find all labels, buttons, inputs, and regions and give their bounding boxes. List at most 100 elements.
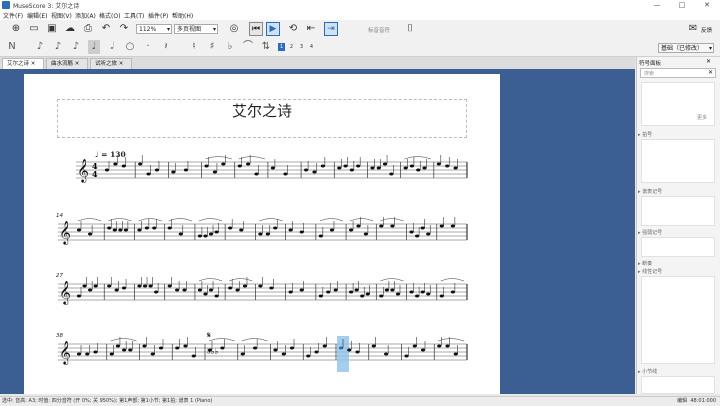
upload-cloud-icon[interactable]: ☁ [64,23,76,35]
notehead [88,288,93,292]
whole-note-icon[interactable]: ○ [124,40,136,54]
menu-format[interactable]: 格式(O) [99,11,120,20]
zoom-select[interactable]: 112% ▾ [136,24,172,34]
notehead [228,286,233,290]
dot-icon[interactable]: · [142,40,154,54]
treble-clef-icon: 𝄞 [59,220,71,245]
rest-icon[interactable]: 𝄽 [160,40,172,54]
notehead [363,232,368,236]
menu-tools[interactable]: 工具(T) [124,11,144,20]
notehead [426,232,431,236]
voice-3-button[interactable]: 3 [298,43,305,51]
notehead [204,164,209,168]
tie-slur [238,156,265,160]
loop-in-icon[interactable]: ⇤ [305,23,317,35]
notehead [158,346,164,350]
menu-help[interactable]: 帮助(H) [172,11,193,20]
notehead [333,288,338,292]
palette-grid-barlines[interactable] [641,376,715,394]
palette-section-dynamics[interactable]: ▸ 强弱记号 [638,229,662,236]
chevron-down-icon: ▾ [708,45,712,52]
eighth-note-icon[interactable]: ♪ [70,40,82,54]
menu-view[interactable]: 视图(V) [51,11,72,20]
notehead [109,352,114,356]
voice-1-button[interactable]: 1 [278,43,285,51]
notehead [390,288,395,292]
close-icon[interactable]: ✕ [119,61,124,67]
palette-grid-staff-text[interactable] [641,196,715,226]
close-icon[interactable]: ✕ [696,0,718,10]
palette-section-articulations[interactable]: ▸ 断奏 [638,260,652,267]
notehead [93,350,98,354]
staff-systems[interactable]: 𝄞 44𝄞𝄞𝄞 ♭♭♭𝄋 [24,74,500,394]
clear-icon[interactable]: ✕ [708,69,713,76]
palette-grid-dynamics[interactable] [641,237,715,257]
feedback-icon[interactable]: ✉ [687,23,699,35]
notehead [348,290,354,294]
notehead [403,166,408,170]
notehead [437,344,442,348]
palette-section-barlines[interactable]: ▸ 小节线 [638,368,657,375]
print-icon[interactable]: ⎙ [82,23,94,35]
half-note-icon[interactable]: 𝅗𝅥 [106,40,118,54]
menu-file[interactable]: 文件(F) [3,11,23,20]
open-folder-icon[interactable]: ▭ [28,23,40,35]
tie-slur [259,218,283,222]
64th-note-icon[interactable]: ♪ [34,40,46,54]
workspace-select[interactable]: 基础（已修改） ▾ [658,43,714,53]
maximize-icon[interactable]: □ [671,0,693,10]
notehead [76,294,82,298]
notehead [114,288,119,292]
redo-icon[interactable]: ↷ [118,23,130,35]
menu-plugins[interactable]: 插件(P) [148,11,168,20]
metronome-icon[interactable]: ◎ [228,23,240,35]
note-input-mode-icon[interactable]: N [6,40,18,54]
sharp-icon[interactable]: ♯ [206,40,218,54]
tie-slur [77,218,102,222]
menu-edit[interactable]: 编辑(E) [27,11,47,20]
notehead [347,348,352,352]
close-icon[interactable]: ✕ [31,61,36,67]
time-sig-bottom: 4 [92,169,98,179]
score-page[interactable]: 艾尔之诗 ♩ = 130 14 27 38 𝄞 4 4 𝄞 𝄞 𝄞 ♭♭♭ 𝄋 [24,74,500,394]
quarter-note-icon[interactable]: ♩ [88,40,100,54]
save-icon[interactable]: ▣ [46,23,58,35]
new-score-icon[interactable]: ⊕ [10,23,22,35]
tab-score-3[interactable]: 试听之旅 ✕ [90,58,132,69]
play-button[interactable]: ▶ [266,22,280,36]
loop-icon[interactable]: ⟲ [287,23,299,35]
tab-score-2[interactable]: 曲水流觞 ✕ [46,58,88,69]
feedback-label[interactable]: 反馈 [701,26,712,34]
tie-icon[interactable]: ⌒ [242,40,254,54]
close-icon[interactable]: ✕ [706,58,711,65]
palette-section-staff-text[interactable]: ▸ 谱表记号 [638,188,662,195]
palette-section-time-signatures[interactable]: ▸ 拍号 [638,131,652,138]
palette-more-link[interactable]: 更多 [697,114,707,121]
tab-score-1[interactable]: 艾尔之诗 ✕ [2,58,44,69]
camera-icon[interactable]: ⌷ [404,23,416,35]
voice-4-button[interactable]: 4 [308,43,315,51]
view-mode-select[interactable]: 多页视图 ▾ [174,24,218,34]
notehead [142,284,148,288]
palette-section-lines[interactable]: ▸ 线性记号 [638,268,662,275]
32nd-note-icon[interactable]: ♪ [52,40,64,54]
loop-out-button[interactable]: ⇥ [324,22,338,36]
flip-direction-icon[interactable]: ⇅ [260,40,272,54]
palette-grid-lines[interactable] [641,276,715,364]
natural-icon[interactable]: ♮ [188,40,200,54]
palette-grid-time-signatures[interactable] [641,139,715,183]
palette-search-input[interactable]: 搜索 ✕ [640,68,716,78]
undo-icon[interactable]: ↶ [100,23,112,35]
notehead [137,228,142,232]
playback-label[interactable]: 标音音符 [368,26,390,34]
voice-2-button[interactable]: 2 [288,43,295,51]
flat-icon[interactable]: ♭ [224,40,236,54]
close-icon[interactable]: ✕ [75,61,80,67]
notehead [273,226,278,230]
notehead [148,284,153,288]
rewind-button[interactable]: ⏮ [249,22,263,36]
menu-add[interactable]: 添加(A) [75,11,96,20]
minimize-icon[interactable]: — [646,0,668,10]
notehead [171,170,176,174]
notehead [322,344,327,348]
